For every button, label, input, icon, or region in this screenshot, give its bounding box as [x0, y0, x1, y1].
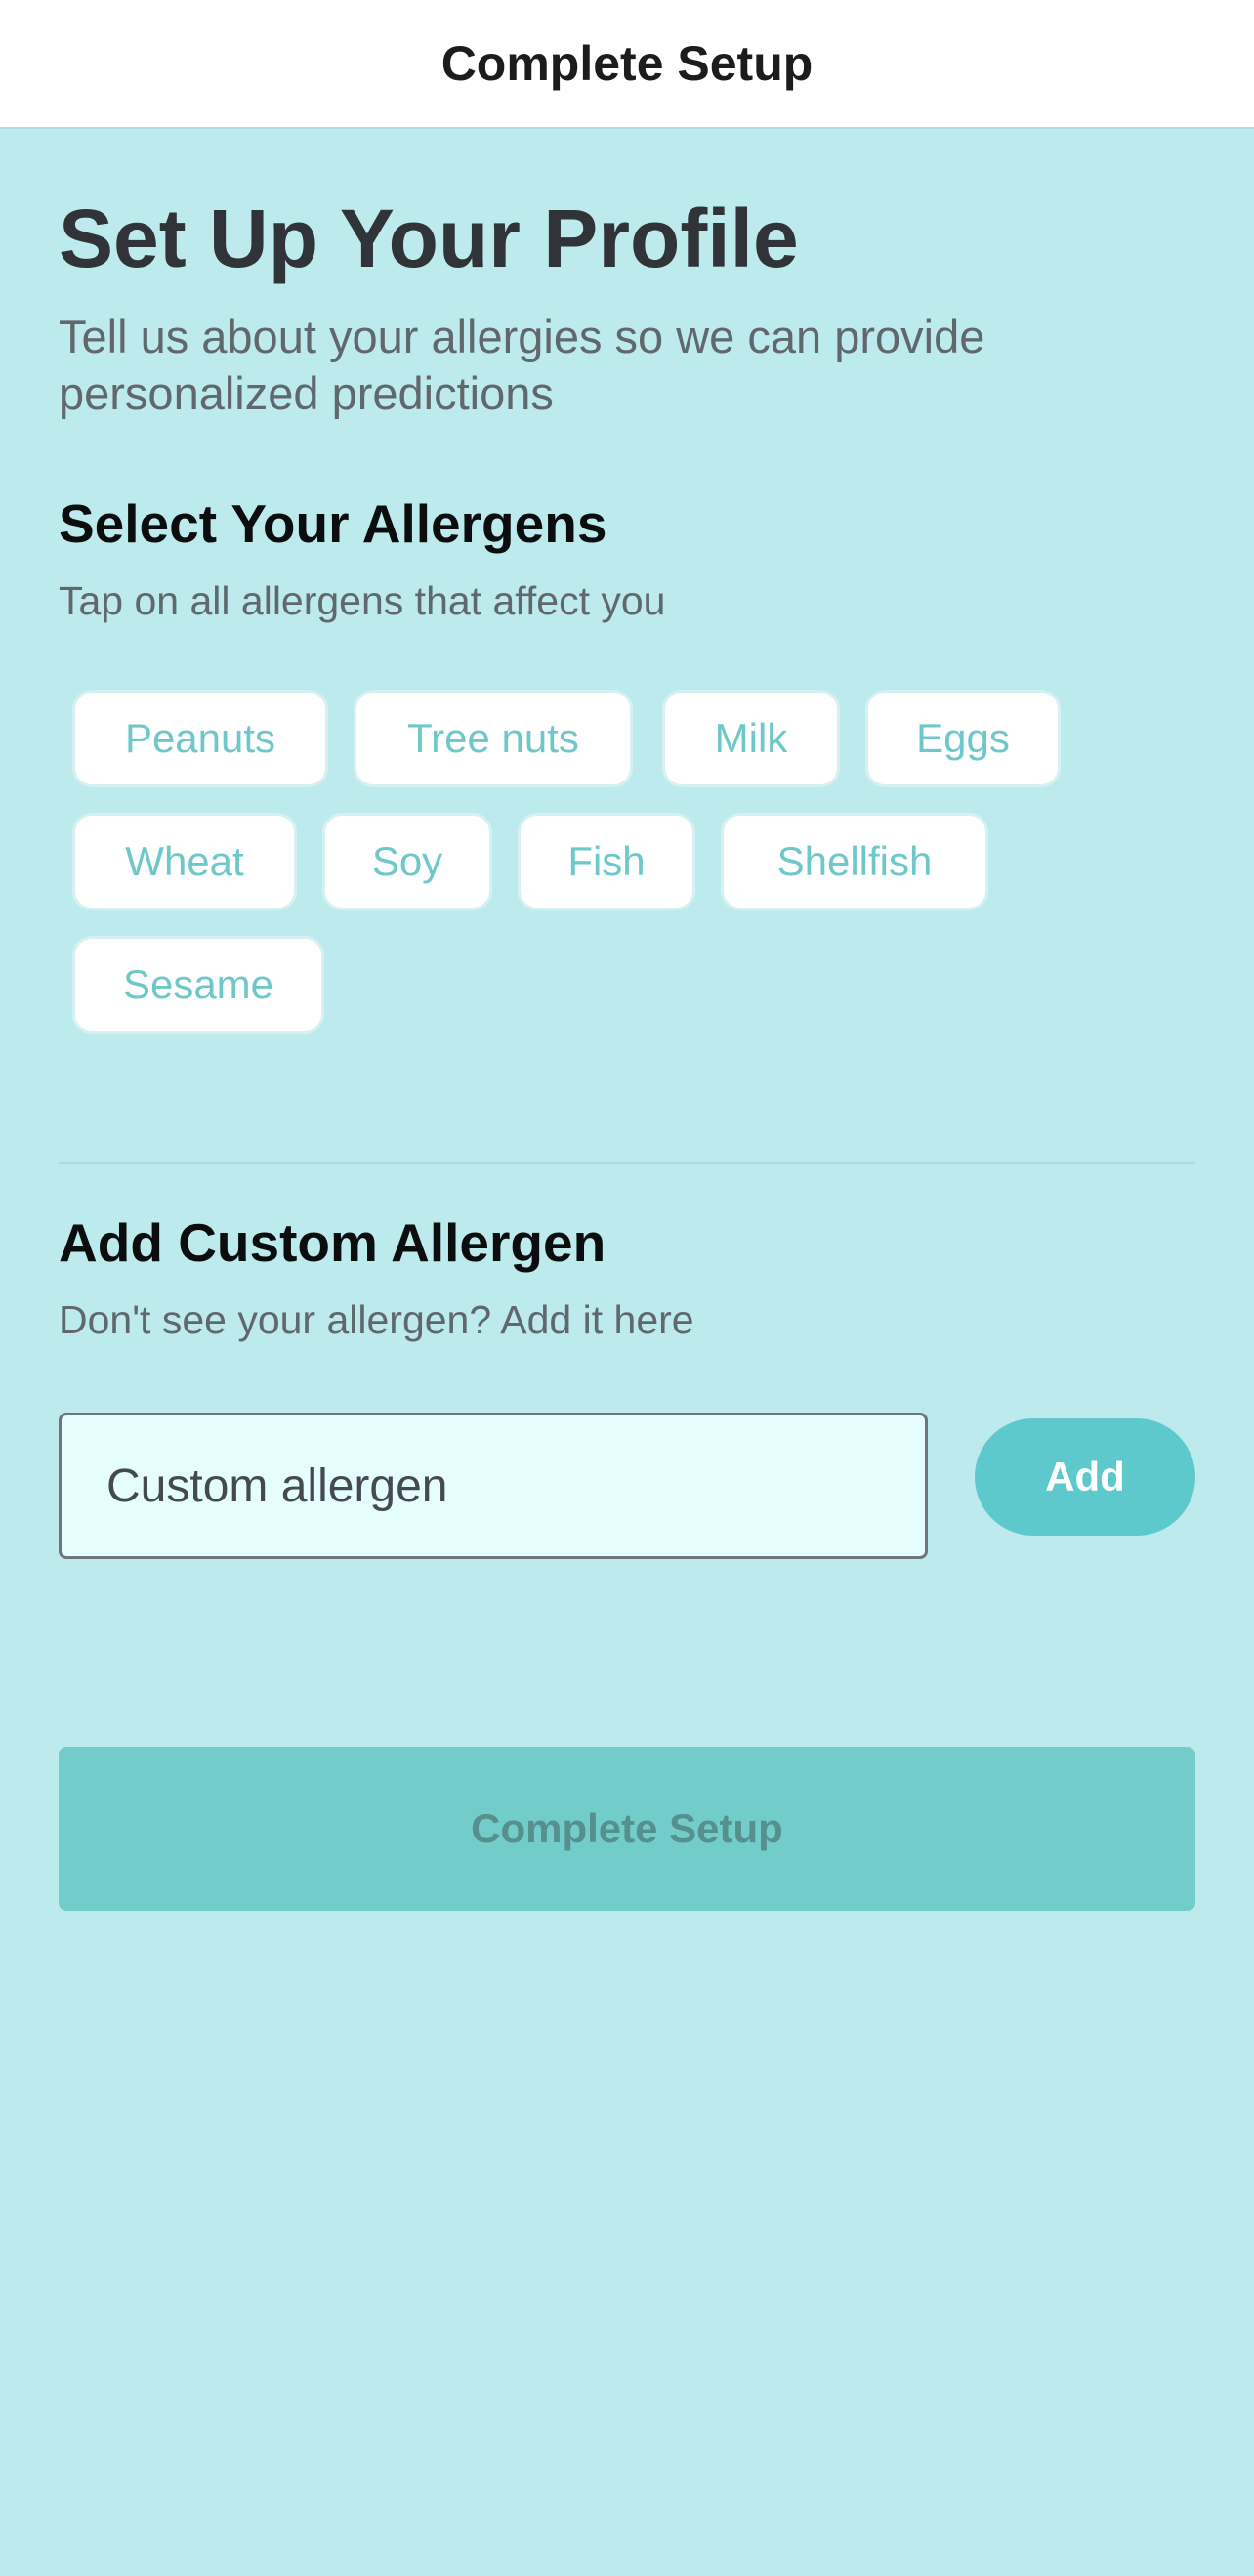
allergen-chip-soy[interactable]: Soy	[322, 813, 492, 910]
page-title: Set Up Your Profile	[59, 192, 799, 284]
allergen-chip-shellfish[interactable]: Shellfish	[721, 813, 988, 910]
allergen-chip-fish[interactable]: Fish	[518, 813, 695, 910]
allergen-chip-eggs[interactable]: Eggs	[865, 690, 1061, 787]
add-allergen-button[interactable]: Add	[975, 1418, 1195, 1536]
allergens-section-title: Select Your Allergens	[59, 493, 607, 554]
page-subtitle: Tell us about your allergies so we can p…	[59, 311, 985, 419]
allergens-section-hint: Tap on all allergens that affect you	[59, 578, 666, 623]
allergen-chip-tree-nuts[interactable]: Tree nuts	[354, 690, 633, 787]
section-divider	[59, 1162, 1195, 1164]
custom-allergen-input[interactable]	[59, 1413, 928, 1559]
allergen-chip-milk[interactable]: Milk	[662, 690, 840, 787]
allergen-chip-wheat[interactable]: Wheat	[72, 813, 297, 910]
navigation-bar: Complete Setup	[0, 0, 1254, 129]
custom-section-title: Add Custom Allergen	[59, 1212, 606, 1273]
allergen-chip-sesame[interactable]: Sesame	[72, 936, 324, 1034]
allergen-chip-peanuts[interactable]: Peanuts	[72, 690, 328, 787]
complete-setup-button[interactable]: Complete Setup	[59, 1747, 1195, 1911]
custom-section-hint: Don't see your allergen? Add it here	[59, 1297, 694, 1342]
nav-title: Complete Setup	[440, 36, 814, 91]
